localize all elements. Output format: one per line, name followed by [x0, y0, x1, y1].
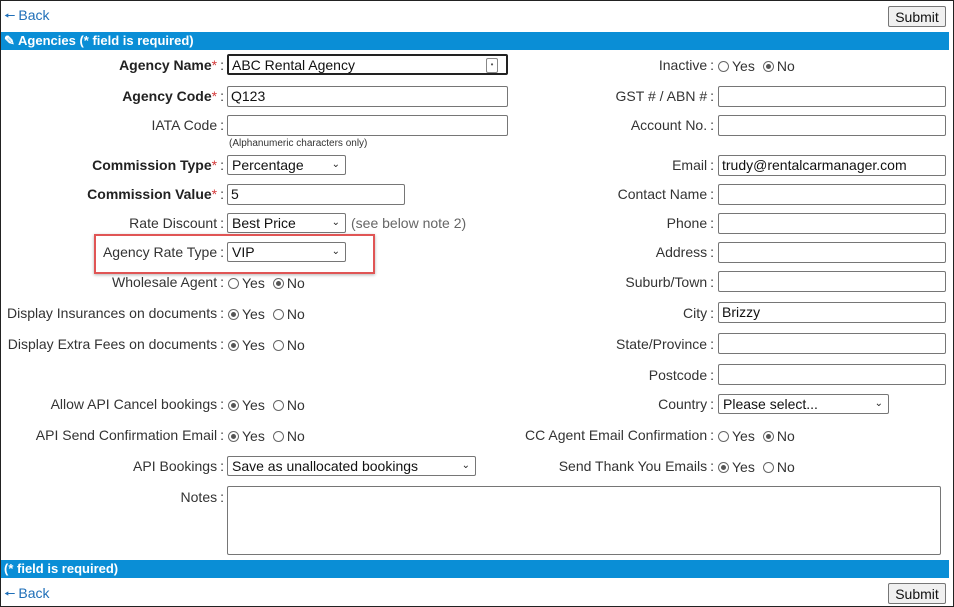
address-input[interactable] — [718, 242, 946, 263]
rate-discount-label: Rate Discount: — [129, 215, 224, 231]
inactive-label: Inactive: — [658, 57, 714, 73]
allow-api-cancel-radios: Yes No — [228, 397, 313, 413]
chevron-down-icon: ⌄ — [461, 460, 470, 471]
commission-value-label: Commission Value*: — [87, 186, 224, 202]
header-bar: ✎ Agencies (* field is required) — [1, 32, 949, 50]
chevron-down-icon: ⌄ — [331, 217, 340, 228]
chevron-down-icon: ⌄ — [331, 159, 340, 170]
wholesale-agent-radios: Yes No — [228, 275, 313, 291]
suburb-label: Suburb/Town: — [625, 274, 714, 290]
contact-name-label: Contact Name: — [617, 186, 714, 202]
notes-textarea[interactable] — [227, 486, 941, 555]
display-extra-fees-label: Display Extra Fees on documents: — [7, 336, 224, 352]
iata-code-note: (Alphanumeric characters only) — [229, 138, 368, 149]
agency-name-input[interactable]: ABC Rental Agency • — [227, 54, 508, 75]
send-thank-you-label: Send Thank You Emails: — [558, 458, 714, 474]
api-send-confirmation-no-radio[interactable] — [272, 431, 284, 442]
iata-code-input[interactable] — [227, 115, 508, 136]
rate-discount-note: (see below note 2) — [351, 215, 467, 231]
display-extra-fees-radios: Yes No — [228, 337, 313, 353]
back-link-bottom[interactable]: 🠔 Back — [4, 585, 50, 607]
wholesale-agent-label: Wholesale Agent: — [112, 274, 224, 290]
footer-title: (* field is required) — [4, 561, 119, 576]
email-label: Email: — [672, 157, 714, 173]
agency-name-label: Agency Name*: — [119, 57, 224, 73]
inactive-radios: Yes No — [718, 58, 803, 74]
phone-input[interactable] — [718, 213, 946, 234]
state-input[interactable] — [718, 333, 946, 354]
api-send-confirmation-radios: Yes No — [228, 428, 313, 444]
chevron-down-icon: ⌄ — [874, 398, 883, 409]
address-label: Address: — [655, 244, 714, 260]
country-select[interactable]: Please select... ⌄ — [718, 394, 889, 414]
postcode-input[interactable] — [718, 364, 946, 385]
wholesale-yes-radio[interactable] — [228, 278, 239, 289]
arrow-left-icon: 🠔 — [4, 8, 16, 23]
cc-agent-email-yes-radio[interactable] — [718, 431, 729, 442]
cc-agent-email-label: CC Agent Email Confirmation: — [525, 427, 714, 443]
inactive-no-radio[interactable] — [762, 61, 774, 72]
email-input[interactable]: trudy@rentalcarmanager.com — [718, 155, 946, 176]
gst-abn-label: GST # / ABN #: — [615, 88, 714, 104]
submit-button-bottom[interactable]: Submit — [888, 583, 946, 604]
api-bookings-select[interactable]: Save as unallocated bookings ⌄ — [227, 456, 476, 476]
agency-rate-type-select[interactable]: VIP ⌄ — [227, 242, 346, 262]
send-thank-you-radios: Yes No — [718, 459, 803, 475]
agency-rate-type-label: Agency Rate Type: — [102, 244, 224, 260]
agency-code-input[interactable]: Q123 — [227, 86, 508, 107]
api-bookings-label: API Bookings: — [133, 458, 224, 474]
display-extra-fees-yes-radio[interactable] — [228, 340, 239, 351]
display-insurances-label: Display Insurances on documents: — [7, 305, 224, 321]
city-label: City: — [682, 305, 714, 321]
suburb-input[interactable] — [718, 271, 946, 292]
commission-type-select[interactable]: Percentage ⌄ — [227, 155, 346, 175]
key-fill-icon[interactable]: • — [486, 58, 498, 73]
commission-value-input[interactable]: 5 — [227, 184, 405, 205]
display-insurances-yes-radio[interactable] — [228, 309, 239, 320]
allow-api-cancel-yes-radio[interactable] — [228, 400, 239, 411]
api-send-confirmation-label: API Send Confirmation Email: — [35, 427, 224, 443]
pencil-icon: ✎ — [4, 33, 15, 48]
api-send-confirmation-yes-radio[interactable] — [228, 431, 239, 442]
header-title: Agencies (* field is required) — [18, 33, 194, 48]
postcode-label: Postcode: — [648, 367, 714, 383]
account-no-input[interactable] — [718, 115, 946, 136]
chevron-down-icon: ⌄ — [331, 246, 340, 257]
display-insurances-no-radio[interactable] — [272, 309, 284, 320]
arrow-left-icon: 🠔 — [4, 586, 16, 601]
commission-type-label: Commission Type*: — [92, 157, 224, 173]
submit-button-top[interactable]: Submit — [888, 6, 946, 27]
back-link-top[interactable]: 🠔 Back — [4, 7, 50, 29]
allow-api-cancel-label: Allow API Cancel bookings: — [50, 396, 224, 412]
rate-discount-select[interactable]: Best Price ⌄ — [227, 213, 346, 233]
agency-code-label: Agency Code*: — [122, 88, 224, 104]
phone-label: Phone: — [666, 215, 714, 231]
send-thank-you-yes-radio[interactable] — [718, 462, 729, 473]
state-label: State/Province: — [616, 336, 714, 352]
inactive-yes-radio[interactable] — [718, 61, 729, 72]
account-no-label: Account No.: — [630, 117, 714, 133]
gst-abn-input[interactable] — [718, 86, 946, 107]
footer-bar: (* field is required) — [1, 560, 949, 578]
wholesale-no-radio[interactable] — [272, 278, 284, 289]
display-extra-fees-no-radio[interactable] — [272, 340, 284, 351]
notes-label: Notes: — [180, 489, 224, 505]
iata-code-label: IATA Code: — [151, 117, 224, 133]
send-thank-you-no-radio[interactable] — [762, 462, 774, 473]
country-label: Country: — [658, 396, 714, 412]
contact-name-input[interactable] — [718, 184, 946, 205]
city-input[interactable]: Brizzy — [718, 302, 946, 323]
cc-agent-email-radios: Yes No — [718, 428, 803, 444]
cc-agent-email-no-radio[interactable] — [762, 431, 774, 442]
allow-api-cancel-no-radio[interactable] — [272, 400, 284, 411]
display-insurances-radios: Yes No — [228, 306, 313, 322]
